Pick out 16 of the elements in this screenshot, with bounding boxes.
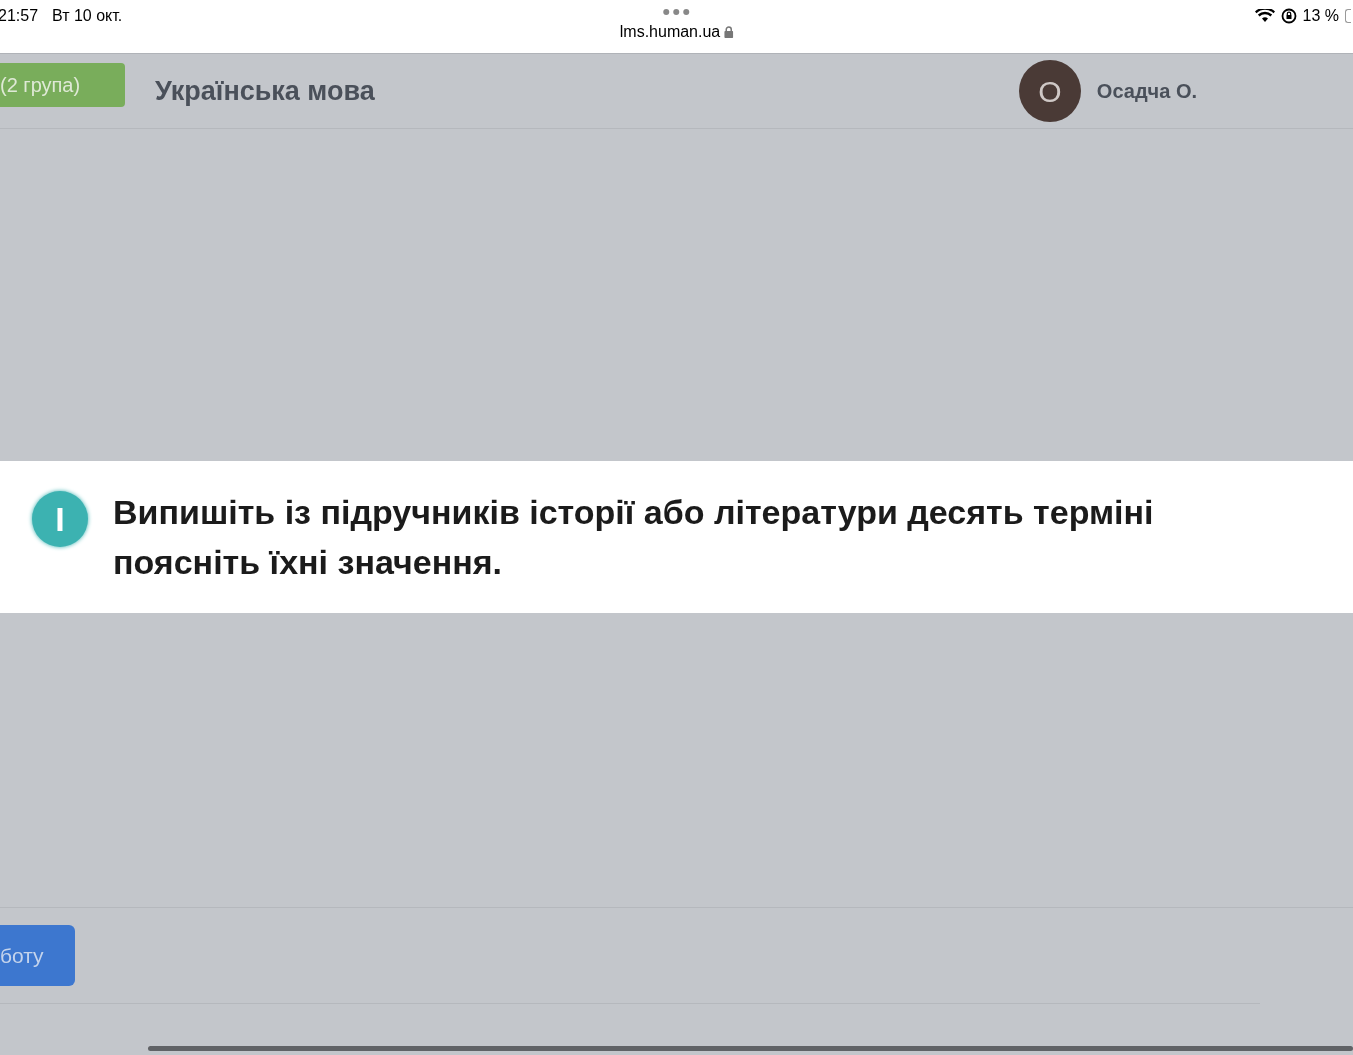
battery-percent: 13 % xyxy=(1302,6,1339,26)
rotation-lock-icon xyxy=(1280,8,1297,24)
scrollbar[interactable] xyxy=(148,1046,1353,1051)
task-text-line: Випишіть із підручників історії або літератури десять терміні xyxy=(113,492,1154,533)
status-date: Вт 10 окт. xyxy=(52,6,123,26)
wifi-icon xyxy=(1254,9,1275,23)
battery-icon xyxy=(1345,9,1351,23)
url-text[interactable]: lms.human.ua xyxy=(619,20,721,44)
more-icon[interactable] xyxy=(661,8,692,16)
task-marker: І xyxy=(32,491,88,547)
user-name[interactable]: Осадча О. xyxy=(1096,76,1197,106)
user-avatar[interactable]: О xyxy=(1018,60,1081,122)
lock-icon xyxy=(724,26,734,38)
task-text-line: поясніть їхні значення. xyxy=(113,542,503,583)
group-badge: (2 група) xyxy=(0,63,125,107)
course-title: Українська мова xyxy=(155,74,375,108)
